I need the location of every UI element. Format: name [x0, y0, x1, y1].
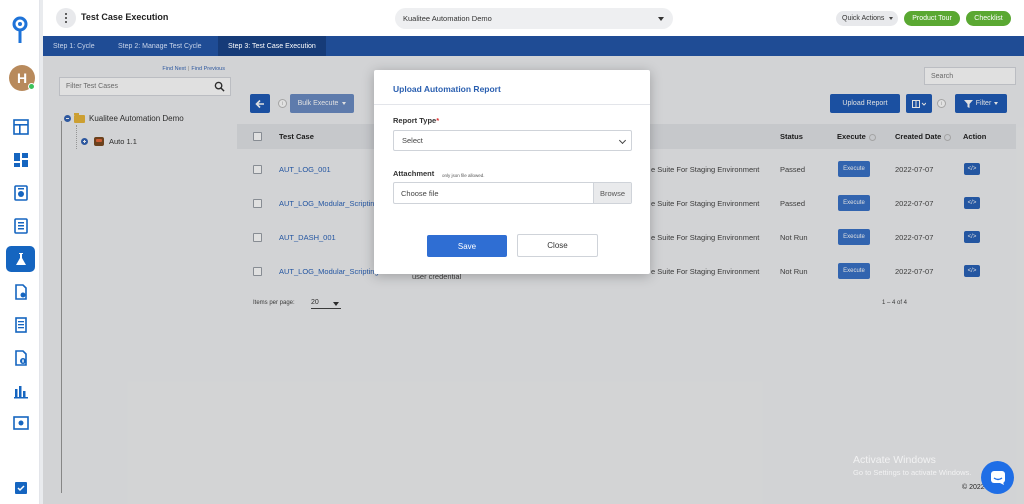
checklist-button[interactable]: Checklist — [966, 11, 1011, 26]
modal-title: Upload Automation Report — [374, 70, 650, 105]
step-test-case-execution[interactable]: Step 3: Test Case Execution — [218, 36, 326, 56]
kualitee-logo[interactable] — [12, 16, 28, 46]
sidebar-item-settings[interactable] — [6, 410, 35, 436]
caret-down-icon — [889, 17, 893, 20]
sidebar-item-cycles[interactable] — [6, 312, 35, 338]
step-manage-test-cycle[interactable]: Step 2: Manage Test Cycle — [108, 36, 212, 56]
report-type-label-text: Report Type — [393, 116, 437, 125]
requirements-icon — [13, 185, 28, 201]
sidebar-item-widgets[interactable] — [6, 147, 35, 173]
project-select-value: Kualitee Automation Demo — [403, 14, 492, 23]
step-cycle[interactable]: Step 1: Cycle — [43, 36, 105, 56]
chat-icon — [990, 470, 1005, 485]
product-tour-button[interactable]: Product Tour — [904, 11, 960, 26]
close-button[interactable]: Close — [517, 234, 598, 257]
attachment-hint: only json file allowed. — [442, 173, 485, 178]
sidebar-item-test-lab[interactable] — [6, 246, 35, 272]
attachment-label: Attachment — [393, 169, 435, 178]
widgets-icon — [13, 153, 28, 167]
online-status-dot — [28, 83, 35, 90]
quick-actions-button[interactable]: Quick Actions — [836, 11, 898, 26]
step-bar: Step 1: Cycle Step 2: Manage Test Cycle … — [43, 36, 1024, 56]
kebab-menu-icon — [65, 12, 67, 24]
sidebar-item-test-cases[interactable] — [6, 279, 35, 305]
upload-report-modal: Upload Automation Report Report Type* Se… — [374, 70, 650, 274]
quick-actions-label: Quick Actions — [842, 15, 885, 22]
sidebar-item-test-plan[interactable] — [6, 213, 35, 239]
sidebar-item-dashboard[interactable] — [6, 114, 35, 140]
watermark-line-2: Go to Settings to activate Windows. — [853, 468, 972, 477]
watermark-line-1: Activate Windows — [853, 454, 936, 466]
top-bar: Test Case Execution Kualitee Automation … — [43, 0, 1024, 36]
sidebar-item-defects[interactable] — [6, 345, 35, 371]
cycles-icon — [14, 317, 27, 333]
activate-windows-watermark: Activate Windows Go to Settings to activ… — [853, 454, 971, 477]
dashboard-icon — [12, 119, 29, 135]
flask-icon — [15, 253, 26, 265]
sidebar-item-reports[interactable] — [6, 378, 35, 404]
chevron-down-icon — [618, 136, 627, 145]
settings-icon — [12, 416, 29, 430]
test-case-icon — [14, 284, 27, 300]
required-mark: * — [436, 116, 440, 125]
page-title: Test Case Execution — [81, 12, 169, 22]
defects-icon — [14, 350, 27, 366]
sidebar-item-requirements[interactable] — [6, 180, 35, 206]
file-placeholder: Choose file — [401, 188, 439, 198]
project-select[interactable]: Kualitee Automation Demo — [395, 8, 673, 29]
report-type-select[interactable]: Select — [393, 130, 632, 151]
test-plan-icon — [13, 218, 28, 234]
left-sidebar: H — [0, 0, 40, 504]
avatar-initial: H — [16, 70, 28, 86]
save-button[interactable]: Save — [427, 235, 507, 257]
browse-button[interactable]: Browse — [593, 183, 631, 203]
bar-chart-icon — [13, 386, 28, 399]
file-input[interactable]: Choose file Browse — [393, 182, 632, 204]
caret-down-icon — [658, 17, 664, 21]
chat-button[interactable] — [981, 461, 1014, 494]
more-menu-button[interactable] — [56, 8, 76, 28]
report-type-label: Report Type* — [393, 116, 439, 125]
user-avatar[interactable]: H — [9, 65, 35, 91]
report-type-value: Select — [402, 136, 423, 145]
copyright: © 2022 — [962, 484, 985, 491]
checklist-icon — [14, 482, 27, 494]
sidebar-item-checklist[interactable] — [6, 475, 35, 501]
